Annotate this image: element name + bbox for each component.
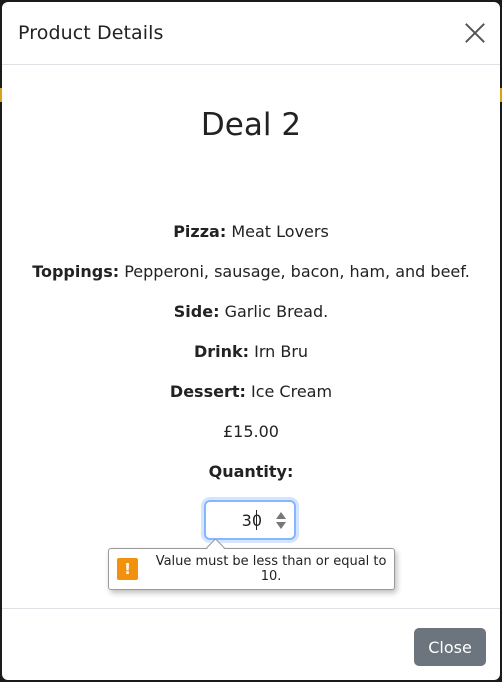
detail-side: Side: Garlic Bread. xyxy=(2,302,500,321)
modal-header: Product Details xyxy=(2,2,500,65)
detail-toppings: Toppings: Pepperoni, sausage, bacon, ham… xyxy=(2,262,500,281)
warning-icon: ! xyxy=(117,558,139,580)
spinner-down-icon[interactable] xyxy=(276,521,286,529)
detail-label: Side: xyxy=(173,302,220,321)
quantity-input[interactable]: 30 xyxy=(204,500,296,540)
detail-label: Pizza: xyxy=(173,222,227,241)
price: £15.00 xyxy=(223,422,279,441)
quantity-value: 30 xyxy=(241,510,262,530)
text-caret xyxy=(256,510,257,530)
detail-label: Drink: xyxy=(193,342,250,361)
quantity-label: Quantity: xyxy=(208,462,294,481)
detail-drink: Drink: Irn Bru xyxy=(2,342,500,361)
product-details-modal: Product Details Deal 2 Pizza: Meat Lover… xyxy=(2,2,500,680)
detail-label: Toppings: xyxy=(32,262,120,281)
product-name: Deal 2 xyxy=(200,107,302,143)
close-button[interactable]: Close xyxy=(414,628,486,666)
close-icon[interactable] xyxy=(464,22,486,44)
detail-value: Ice Cream xyxy=(250,382,333,401)
detail-value: Garlic Bread. xyxy=(224,302,329,321)
modal-footer: Close xyxy=(2,608,500,681)
detail-value: Irn Bru xyxy=(254,342,309,361)
modal-title: Product Details xyxy=(18,22,164,44)
detail-value: Meat Lovers xyxy=(231,222,329,241)
spinner-up-icon[interactable] xyxy=(276,511,286,519)
spinner-arrows-icon[interactable] xyxy=(276,511,286,529)
detail-label: Dessert: xyxy=(169,382,246,401)
detail-dessert: Dessert: Ice Cream xyxy=(2,382,500,401)
modal-body: Deal 2 Pizza: Meat Lovers Toppings: Pepp… xyxy=(2,65,500,608)
validation-tooltip: ! Value must be less than or equal to 10… xyxy=(108,548,395,590)
detail-value: Pepperoni, sausage, bacon, ham, and beef… xyxy=(124,262,470,281)
validation-message: Value must be less than or equal to 10. xyxy=(155,554,387,584)
detail-pizza: Pizza: Meat Lovers xyxy=(2,222,500,241)
